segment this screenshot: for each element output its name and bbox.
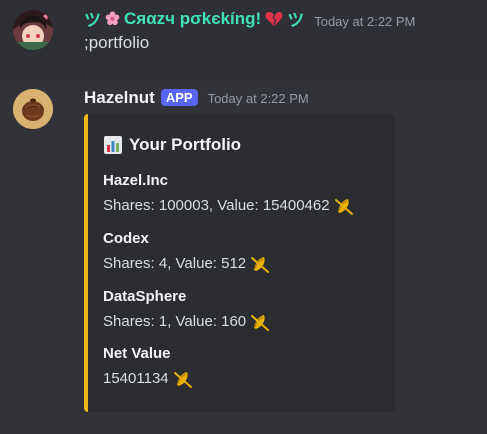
field-value-text: 15401134 xyxy=(103,370,169,387)
hazel-coin-icon xyxy=(173,372,192,388)
field-value-text: Shares: 1, Value: 160 xyxy=(103,313,247,330)
username-suffix: ツ xyxy=(287,11,305,30)
username[interactable]: Hazelnut xyxy=(84,88,155,108)
field-net-value: Net Value 15401134 xyxy=(103,345,193,389)
message-content: ;portfolio xyxy=(84,33,150,52)
field-codex: Codex Shares: 4, Value: 512 xyxy=(103,230,270,274)
field-name: DataSphere xyxy=(103,288,187,305)
username-main: Cяαzч pσkєkíng! xyxy=(124,8,262,28)
username[interactable]: ツ Cяαzч pσkєkíng! ツ xyxy=(84,6,304,31)
message-timestamp[interactable]: Today at 2:22 PM xyxy=(208,91,309,106)
user-avatar[interactable] xyxy=(13,10,53,50)
field-name: Codex xyxy=(103,230,149,247)
field-value: Shares: 4, Value: 512 xyxy=(103,254,270,274)
bot-avatar[interactable] xyxy=(13,89,53,129)
field-value: 15401134 xyxy=(103,369,193,389)
field-hazel-inc: Hazel.Inc Shares: 100003, Value: 1540046… xyxy=(103,172,354,216)
message-user: ツ Cяαzч pσkєkíng! ツ Today at 2:22 PM ;po… xyxy=(0,0,487,80)
field-value: Shares: 1, Value: 160 xyxy=(103,312,270,332)
embed-title-text: Your Portfolio xyxy=(129,135,242,154)
field-value-text: Shares: 100003, Value: 15400462 xyxy=(103,197,330,214)
hazel-coin-icon xyxy=(334,199,353,215)
hazel-coin-icon xyxy=(251,257,270,273)
message-bot: Hazelnut APP Today at 2:22 PM Your Portf… xyxy=(0,80,487,434)
bar-chart-icon xyxy=(104,136,122,154)
cherry-blossom-icon xyxy=(105,11,120,26)
username-prefix: ツ xyxy=(84,11,101,30)
app-badge: APP xyxy=(160,89,198,106)
field-name: Net Value xyxy=(103,345,171,362)
portfolio-embed: Your Portfolio Hazel.Inc Shares: 100003,… xyxy=(84,114,395,412)
broken-heart-icon xyxy=(265,11,283,26)
embed-title: Your Portfolio xyxy=(103,135,241,155)
field-value: Shares: 100003, Value: 15400462 xyxy=(103,196,354,216)
field-datasphere: DataSphere Shares: 1, Value: 160 xyxy=(103,288,270,332)
message-header: Hazelnut APP Today at 2:22 PM xyxy=(84,88,309,108)
message-header: ツ Cяαzч pσkєkíng! ツ Today at 2:22 PM xyxy=(84,6,415,31)
message-timestamp[interactable]: Today at 2:22 PM xyxy=(314,14,415,29)
hazel-coin-icon xyxy=(251,315,270,331)
field-value-text: Shares: 4, Value: 512 xyxy=(103,255,247,272)
field-name: Hazel.Inc xyxy=(103,172,169,189)
